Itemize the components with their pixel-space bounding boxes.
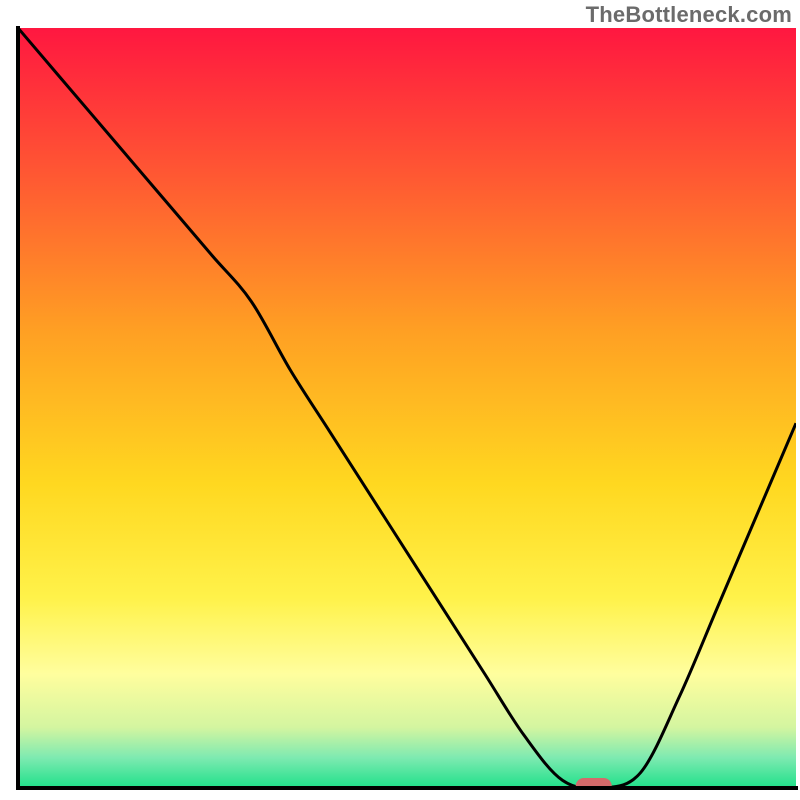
watermark-label: TheBottleneck.com — [586, 2, 792, 28]
plot-area — [18, 28, 796, 794]
chart-container: TheBottleneck.com — [0, 0, 800, 800]
bottleneck-chart — [0, 0, 800, 800]
gradient-background — [18, 28, 796, 788]
